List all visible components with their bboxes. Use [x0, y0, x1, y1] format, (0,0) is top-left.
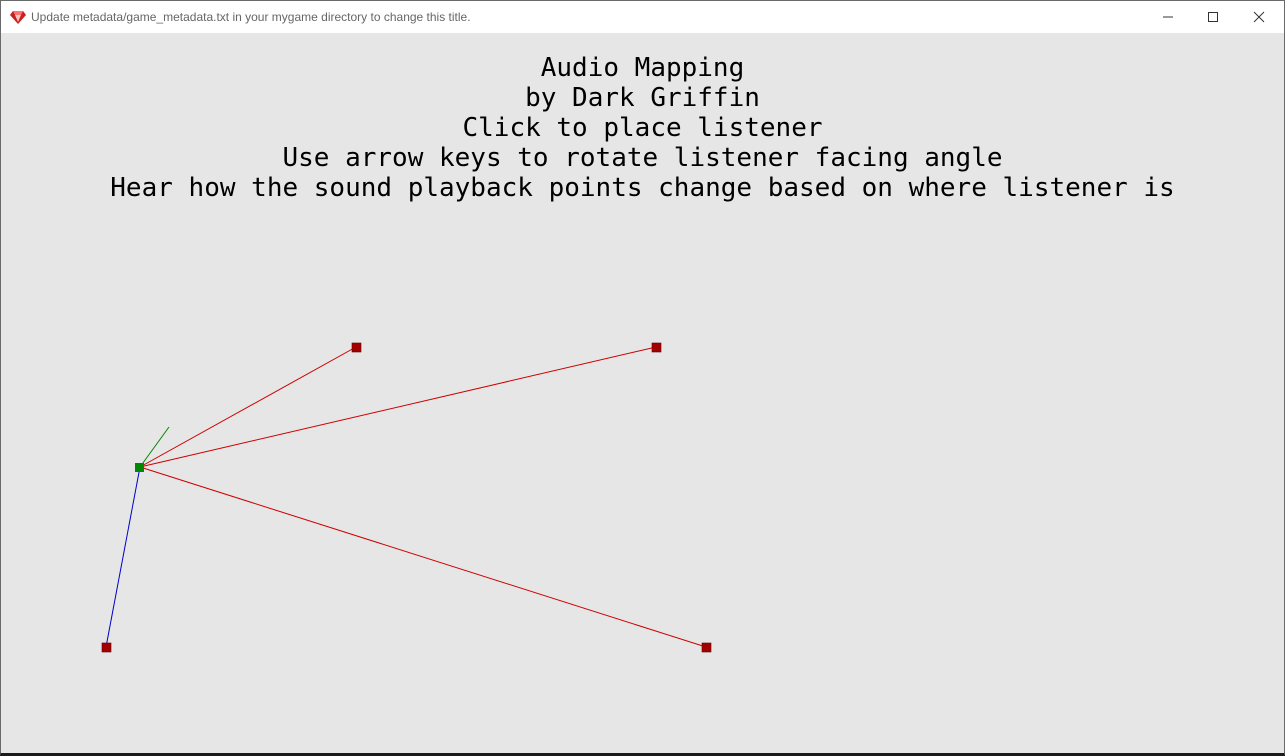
- app-window: Update metadata/game_metadata.txt in you…: [0, 0, 1285, 756]
- title-bar[interactable]: Update metadata/game_metadata.txt in you…: [1, 1, 1284, 33]
- link-line-sound-2: [139, 346, 657, 468]
- close-icon: [1253, 11, 1265, 23]
- game-canvas[interactable]: Audio Mapping by Dark Griffin Click to p…: [1, 33, 1284, 753]
- maximize-icon: [1208, 12, 1218, 22]
- minimize-button[interactable]: [1145, 1, 1191, 33]
- link-line-sound-4: [105, 466, 141, 648]
- maximize-button[interactable]: [1190, 1, 1236, 33]
- close-button[interactable]: [1236, 1, 1282, 33]
- link-line-sound-3: [139, 466, 707, 648]
- minimize-icon: [1163, 16, 1173, 18]
- link-line-sound-1: [139, 346, 357, 468]
- sound-point-4: [101, 642, 112, 653]
- listener-marker: [135, 463, 144, 472]
- window-title: Update metadata/game_metadata.txt in you…: [31, 10, 471, 24]
- audio-scene[interactable]: [1, 33, 1284, 753]
- sound-point-1: [351, 342, 362, 353]
- sound-point-3: [701, 642, 712, 653]
- ruby-gem-icon: [10, 11, 26, 24]
- sound-point-2: [651, 342, 662, 353]
